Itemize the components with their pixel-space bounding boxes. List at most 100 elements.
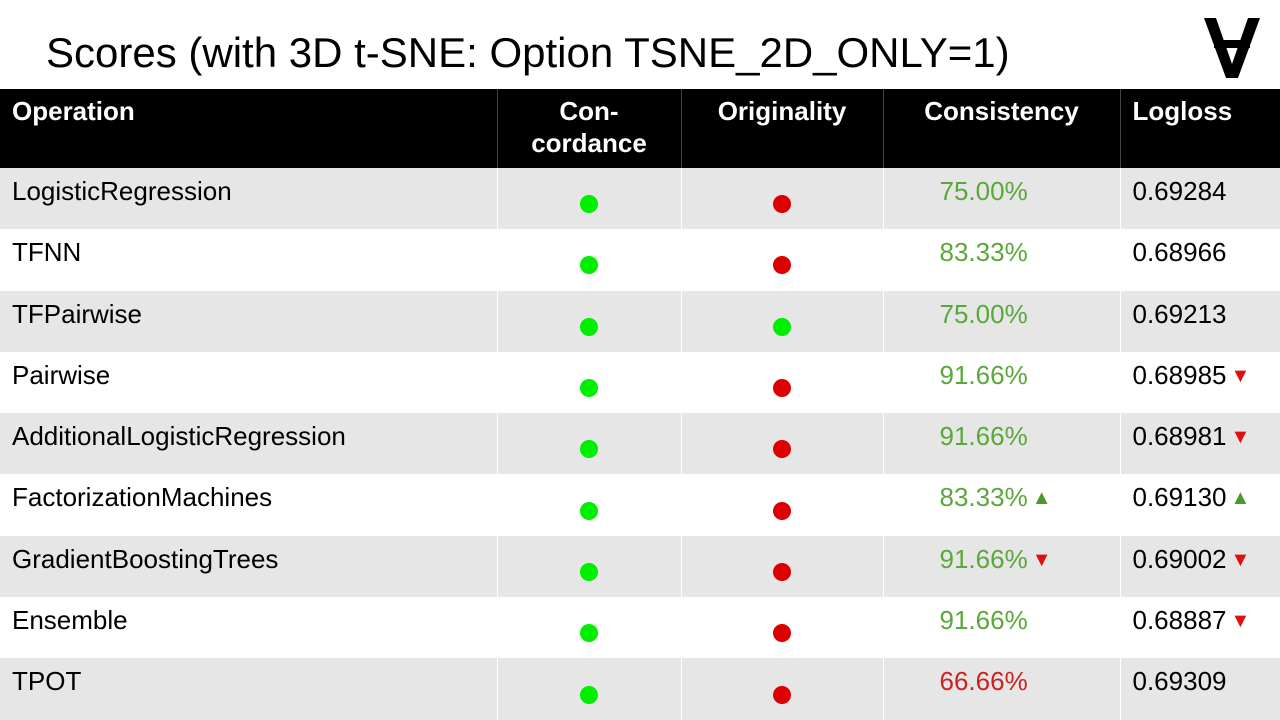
originality-cell xyxy=(681,168,884,230)
logloss-value: 0.69002 xyxy=(1132,543,1227,574)
concordance-header-line2: cordance xyxy=(531,128,647,158)
inverted-a-logo-icon xyxy=(1204,18,1260,78)
operation-cell: TPOT xyxy=(0,658,498,720)
originality-cell xyxy=(681,535,884,598)
operation-cell: TFNN xyxy=(0,229,498,291)
originality-cell xyxy=(681,658,884,720)
arrow-up-icon: ▲ xyxy=(1230,487,1251,510)
originality-cell xyxy=(681,474,884,536)
consistency-value: 75.00% xyxy=(939,298,1028,329)
consistency-cell: 66.66% xyxy=(883,658,1121,720)
red-dot-icon xyxy=(773,624,791,643)
consistency-value: 75.00% xyxy=(939,176,1028,206)
column-header-logloss: Logloss xyxy=(1120,89,1280,168)
concordance-cell xyxy=(497,229,682,291)
green-dot-icon xyxy=(580,501,598,520)
arrow-down-icon: ▼ xyxy=(1230,426,1251,449)
logloss-value: 0.68887 xyxy=(1132,605,1227,636)
consistency-cell: 91.66% xyxy=(883,597,1121,659)
logloss-value: 0.68966 xyxy=(1132,237,1227,268)
logloss-value: 0.68985 xyxy=(1132,359,1227,390)
consistency-cell: 83.33% ▲ xyxy=(883,474,1121,536)
red-dot-icon xyxy=(773,195,791,214)
arrow-up-icon: ▲ xyxy=(1031,487,1052,510)
consistency-value: 91.66% xyxy=(939,605,1028,636)
logloss-value: 0.69130 xyxy=(1132,482,1227,513)
column-header-operation: Operation xyxy=(0,89,498,168)
table-row: Ensemble 91.66% 0.68887 ▼ xyxy=(0,597,1280,659)
operation-cell: Pairwise xyxy=(0,351,498,414)
scores-table: Operation Con- cordance Originality Cons… xyxy=(0,89,1280,720)
table-header-row: Operation Con- cordance Originality Cons… xyxy=(0,89,1280,168)
logloss-cell: 0.68985 ▼ xyxy=(1120,351,1280,414)
green-dot-icon xyxy=(580,685,598,704)
concordance-header-line1: Con- xyxy=(559,96,619,126)
table-body: LogisticRegression 75.00% 0.69284 TFNN 83.33… xyxy=(0,168,1280,720)
originality-cell xyxy=(681,229,884,291)
logloss-cell: 0.69002 ▼ xyxy=(1120,535,1280,598)
logloss-cell: 0.68981 ▼ xyxy=(1120,413,1280,475)
consistency-cell: 91.66% xyxy=(883,351,1121,414)
operation-cell: LogisticRegression xyxy=(0,168,498,230)
red-dot-icon xyxy=(773,379,791,398)
consistency-value: 83.33% xyxy=(939,482,1028,513)
red-dot-icon xyxy=(773,440,791,459)
logloss-cell: 0.68887 ▼ xyxy=(1120,597,1280,659)
green-dot-icon xyxy=(580,195,598,214)
table-row: LogisticRegression 75.00% 0.69284 xyxy=(0,168,1280,230)
table-row: TFPairwise 75.00% 0.69213 xyxy=(0,290,1280,352)
concordance-cell xyxy=(497,597,682,659)
logloss-value: 0.69213 xyxy=(1132,298,1227,329)
operation-cell: GradientBoostingTrees xyxy=(0,535,498,598)
originality-cell xyxy=(681,290,884,352)
logloss-cell: 0.69130 ▲ xyxy=(1120,474,1280,536)
logloss-value: 0.69284 xyxy=(1132,176,1227,206)
green-dot-icon xyxy=(580,256,598,275)
originality-cell xyxy=(681,413,884,475)
arrow-down-icon: ▼ xyxy=(1230,610,1251,633)
originality-cell xyxy=(681,351,884,414)
table-row: TPOT 66.66% 0.69309 xyxy=(0,658,1280,720)
consistency-value: 66.66% xyxy=(939,666,1028,697)
arrow-down-icon: ▼ xyxy=(1230,548,1251,571)
consistency-cell: 91.66% ▼ xyxy=(883,535,1121,598)
green-dot-icon xyxy=(580,440,598,459)
logloss-value: 0.68981 xyxy=(1132,421,1227,452)
red-dot-icon xyxy=(773,685,791,704)
consistency-value: 91.66% xyxy=(939,359,1028,390)
logloss-value: 0.69309 xyxy=(1132,666,1227,697)
consistency-cell: 91.66% xyxy=(883,413,1121,475)
consistency-value: 91.66% xyxy=(939,543,1028,574)
green-dot-icon xyxy=(580,379,598,398)
consistency-value: 91.66% xyxy=(939,421,1028,452)
operation-cell: Ensemble xyxy=(0,597,498,659)
concordance-cell xyxy=(497,658,682,720)
concordance-cell xyxy=(497,474,682,536)
operation-cell: FactorizationMachines xyxy=(0,474,498,536)
page-title: Scores (with 3D t-SNE: Option TSNE_2D_ON… xyxy=(46,29,1010,76)
consistency-cell: 75.00% xyxy=(883,290,1121,352)
consistency-cell: 83.33% xyxy=(883,229,1121,291)
red-dot-icon xyxy=(773,501,791,520)
concordance-cell xyxy=(497,168,682,230)
table-row: Pairwise 91.66% 0.68985 ▼ xyxy=(0,351,1280,414)
operation-cell: AdditionalLogisticRegression xyxy=(0,413,498,475)
logloss-cell: 0.69213 xyxy=(1120,290,1280,352)
slide: Scores (with 3D t-SNE: Option TSNE_2D_ON… xyxy=(0,0,1280,720)
red-dot-icon xyxy=(773,562,791,581)
green-dot-icon xyxy=(773,317,791,336)
arrow-down-icon: ▼ xyxy=(1031,548,1052,571)
green-dot-icon xyxy=(580,562,598,581)
logloss-cell: 0.69284 xyxy=(1120,168,1280,230)
concordance-cell xyxy=(497,413,682,475)
concordance-cell xyxy=(497,351,682,414)
consistency-cell: 75.00% xyxy=(883,168,1121,230)
table-row: GradientBoostingTrees 91.66% ▼ 0.69002 ▼ xyxy=(0,535,1280,598)
consistency-value: 83.33% xyxy=(939,237,1028,268)
logloss-cell: 0.68966 xyxy=(1120,229,1280,291)
originality-cell xyxy=(681,597,884,659)
green-dot-icon xyxy=(580,624,598,643)
column-header-consistency: Consistency xyxy=(883,89,1121,168)
column-header-concordance: Con- cordance xyxy=(497,89,682,168)
table-row: TFNN 83.33% 0.68966 xyxy=(0,229,1280,291)
